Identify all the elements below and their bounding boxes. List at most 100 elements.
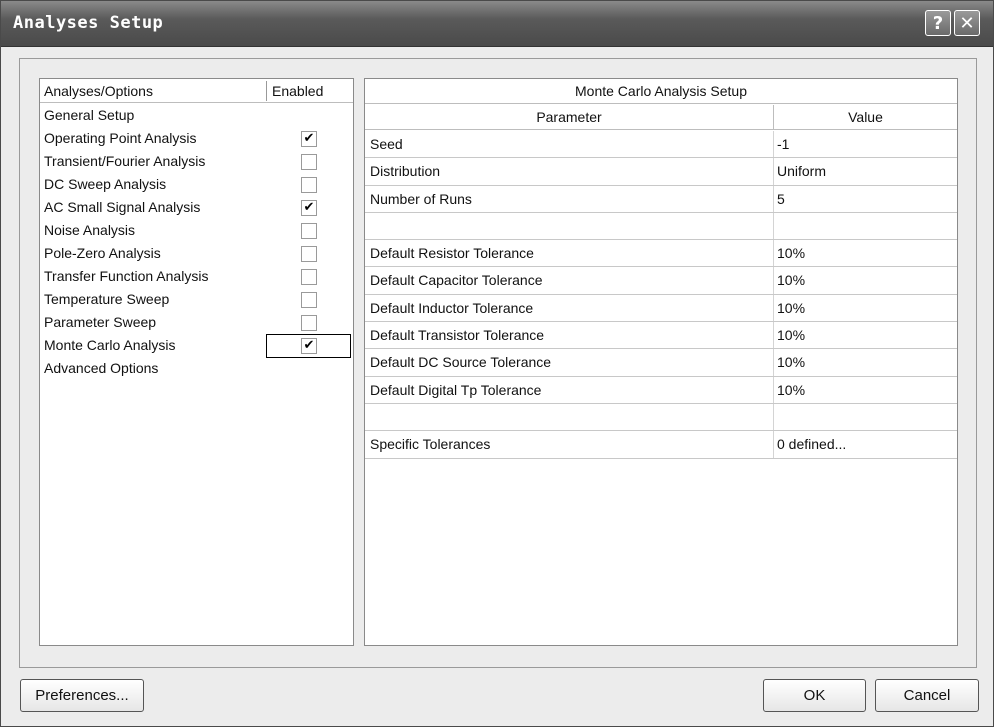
enabled-checkbox[interactable]: ✔ [301, 338, 317, 354]
analysis-item[interactable]: Transfer Function Analysis [40, 266, 353, 289]
header-enabled[interactable]: Enabled [272, 83, 323, 99]
cell-separator [773, 158, 774, 185]
cell-separator [773, 267, 774, 294]
parameter-row[interactable] [365, 403, 957, 432]
analysis-item-label: AC Small Signal Analysis [44, 199, 201, 215]
column-header-value[interactable]: Value [774, 109, 957, 125]
parameter-value[interactable]: 10% [777, 245, 805, 261]
header-separator [266, 81, 267, 101]
analysis-item[interactable]: DC Sweep Analysis [40, 174, 353, 197]
cell-separator [773, 240, 774, 267]
checkmark-icon: ✔ [303, 338, 315, 353]
parameter-row[interactable]: Default Capacitor Tolerance 10% [365, 267, 957, 295]
parameter-row[interactable]: Distribution Uniform [365, 158, 957, 186]
analysis-item[interactable]: Pole-Zero Analysis [40, 243, 353, 266]
parameter-row[interactable]: Number of Runs 5 [365, 185, 957, 213]
analyses-list: General Setup Operating Point Analysis ✔ Tr… [40, 105, 353, 381]
parameter-row[interactable]: Default Digital Tp Tolerance 10% [365, 376, 957, 404]
checkmark-icon: ✔ [303, 131, 315, 146]
parameter-value[interactable]: 10% [777, 300, 805, 316]
cell-separator [773, 294, 774, 322]
checkmark-icon: ✔ [303, 200, 315, 215]
analysis-item-label: Pole-Zero Analysis [44, 245, 161, 261]
cell-separator [773, 431, 774, 458]
analysis-item[interactable]: Noise Analysis [40, 220, 353, 243]
parameter-row[interactable]: Default Resistor Tolerance 10% [365, 240, 957, 268]
parameter-name: Default DC Source Tolerance [370, 354, 552, 371]
parameter-row[interactable]: Default DC Source Tolerance 10% [365, 349, 957, 377]
parameter-value[interactable]: 10% [777, 382, 805, 398]
enabled-checkbox[interactable] [301, 269, 317, 285]
analysis-item-label: Temperature Sweep [44, 291, 170, 307]
column-header-parameter[interactable]: Parameter [365, 109, 773, 125]
parameter-value[interactable]: 10% [777, 354, 805, 370]
parameter-name: Specific Tolerances [370, 436, 491, 453]
analysis-item-label: Transient/Fourier Analysis [44, 153, 206, 169]
parameter-grid: Seed -1 Distribution Uniform Number of Runs 5… [365, 131, 957, 459]
analysis-item[interactable]: Parameter Sweep [40, 312, 353, 335]
enabled-checkbox[interactable]: ✔ [301, 200, 317, 216]
parameter-value[interactable]: 0 defined... [777, 436, 846, 452]
parameter-value[interactable]: 10% [777, 272, 805, 288]
parameter-row[interactable]: Default Inductor Tolerance 10% [365, 294, 957, 323]
parameter-name: Distribution [370, 163, 441, 180]
window-title: Analyses Setup [13, 13, 164, 33]
parameter-name: Default Resistor Tolerance [370, 245, 534, 262]
analysis-item-label: DC Sweep Analysis [44, 176, 167, 192]
parameter-row[interactable]: Seed -1 [365, 131, 957, 159]
close-button[interactable]: ✕ [954, 10, 980, 36]
cell-separator [773, 131, 774, 158]
enabled-checkbox[interactable]: ✔ [301, 131, 317, 147]
analysis-item[interactable]: Monte Carlo Analysis ✔ [40, 334, 353, 358]
analysis-item-label: Operating Point Analysis [44, 130, 197, 146]
header-analyses-options[interactable]: Analyses/Options [44, 83, 153, 99]
setup-panel-title: Monte Carlo Analysis Setup [365, 79, 957, 104]
analysis-item[interactable]: Temperature Sweep [40, 289, 353, 312]
analysis-item-label: Parameter Sweep [44, 314, 157, 330]
analyses-list-header: Analyses/Options Enabled [40, 79, 353, 103]
enabled-checkbox[interactable] [301, 292, 317, 308]
analysis-item-label: Monte Carlo Analysis [44, 337, 176, 353]
cell-separator [773, 322, 774, 349]
cell-separator [773, 403, 774, 431]
enabled-checkbox[interactable] [301, 177, 317, 193]
parameter-name: Default Capacitor Tolerance [370, 272, 543, 289]
cancel-button[interactable]: Cancel [875, 679, 979, 712]
analysis-item[interactable]: Advanced Options [40, 358, 353, 381]
help-icon: ? [932, 12, 944, 34]
enabled-checkbox[interactable] [301, 246, 317, 262]
analysis-item-label: Transfer Function Analysis [44, 268, 209, 284]
help-button[interactable]: ? [925, 10, 951, 36]
parameter-row[interactable] [365, 212, 957, 241]
analysis-item[interactable]: AC Small Signal Analysis ✔ [40, 197, 353, 220]
parameter-value[interactable]: -1 [777, 136, 789, 152]
cell-separator [773, 212, 774, 240]
parameter-row[interactable]: Default Transistor Tolerance 10% [365, 322, 957, 350]
parameter-row[interactable]: Specific Tolerances 0 defined... [365, 431, 957, 459]
cell-separator [773, 376, 774, 403]
cell-separator [773, 185, 774, 212]
cell-separator [773, 349, 774, 376]
parameter-value[interactable]: 5 [777, 191, 785, 207]
title-bar[interactable]: Analyses Setup ? ✕ [1, 1, 993, 47]
parameter-name: Default Transistor Tolerance [370, 327, 545, 344]
close-icon: ✕ [959, 12, 975, 34]
analysis-item-label: Noise Analysis [44, 222, 136, 238]
enabled-checkbox[interactable] [301, 154, 317, 170]
enabled-checkbox[interactable] [301, 315, 317, 331]
enabled-checkbox[interactable] [301, 223, 317, 239]
analysis-item[interactable]: Transient/Fourier Analysis [40, 151, 353, 174]
analysis-item[interactable]: Operating Point Analysis ✔ [40, 128, 353, 151]
analyses-list-panel: Analyses/Options Enabled General Setup Op… [39, 78, 354, 646]
analysis-item-label: General Setup [44, 107, 135, 123]
parameter-name: Default Digital Tp Tolerance [370, 381, 542, 398]
parameter-name: Seed [370, 136, 403, 152]
analysis-item-label: Advanced Options [44, 360, 159, 376]
parameter-value[interactable]: 10% [777, 327, 805, 343]
analysis-item[interactable]: General Setup [40, 105, 353, 128]
ok-button[interactable]: OK [763, 679, 866, 712]
analyses-setup-dialog: Analyses Setup ? ✕ Analyses/Options Enab… [0, 0, 994, 727]
parameter-value[interactable]: Uniform [777, 163, 826, 179]
preferences-button[interactable]: Preferences... [20, 679, 144, 712]
parameter-name: Default Inductor Tolerance [370, 299, 534, 316]
